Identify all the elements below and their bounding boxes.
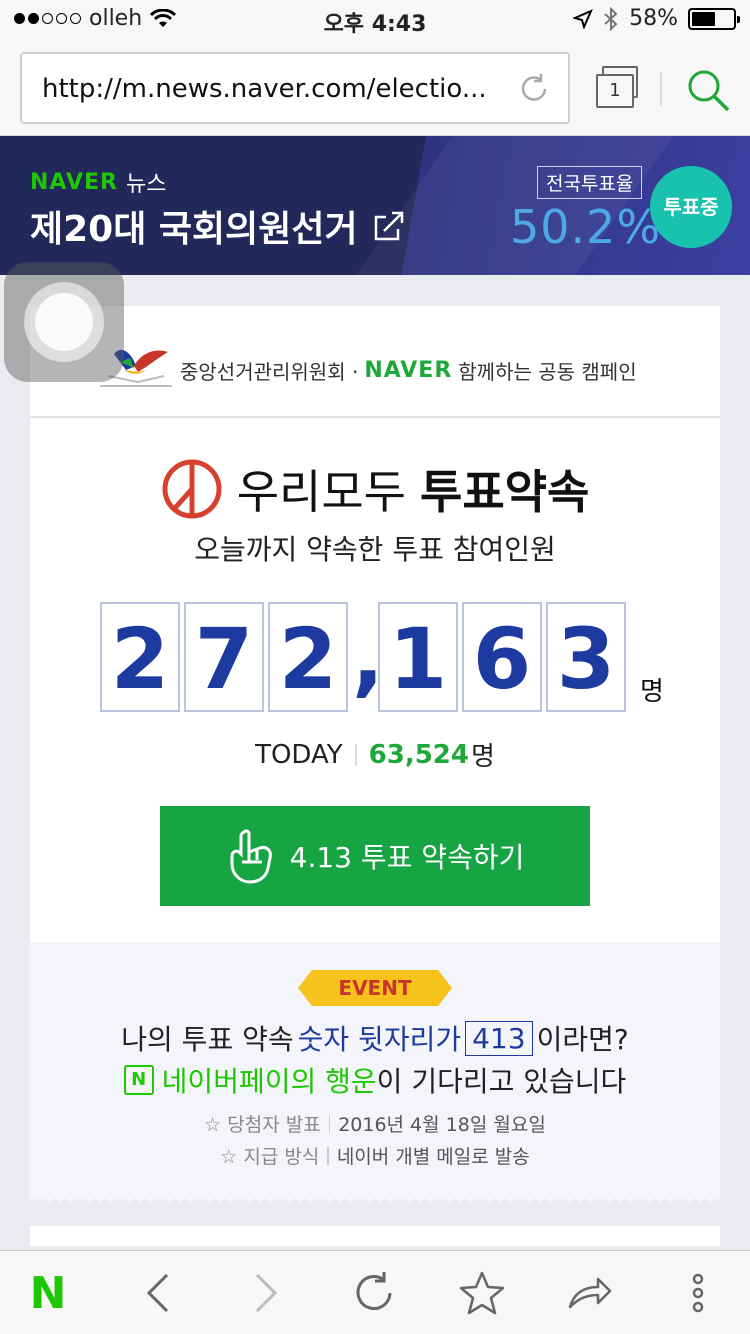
more-vertical-icon: [692, 1273, 704, 1313]
battery-icon: [688, 7, 740, 30]
share-button[interactable]: [564, 1269, 616, 1317]
refresh-icon: [356, 1272, 392, 1310]
today-count: TODAY 63,524 명: [255, 739, 495, 773]
browser-url-bar: http://m.news.naver.com/electio... 1: [0, 40, 750, 136]
counter-comma: ,: [352, 608, 384, 706]
more-menu-button[interactable]: [672, 1269, 724, 1317]
counter-digit: 2: [100, 602, 180, 712]
location-arrow-icon: [573, 8, 594, 29]
campaign-partner-text: 중앙선거관리위원회 · NAVER 함께하는 공동 캠페인: [180, 358, 637, 384]
toolbar-divider: [660, 72, 662, 106]
search-icon[interactable]: [684, 66, 732, 114]
url-text[interactable]: http://m.news.naver.com/electio...: [42, 74, 512, 104]
chevron-right-icon: [255, 1273, 278, 1313]
promise-hand-icon: [230, 829, 272, 884]
counter-digit: 1: [378, 602, 458, 712]
address-field[interactable]: http://m.news.naver.com/electio...: [20, 52, 570, 124]
winner-announcement-info: ☆ 당첨자 발표 2016년 4월 18일 월요일: [204, 1114, 546, 1136]
counter-digit: 6: [462, 602, 542, 712]
assistive-touch-button[interactable]: [4, 262, 124, 382]
counter-digit: 7: [184, 602, 264, 712]
battery-percent: 58%: [629, 6, 678, 31]
participant-counter: 272,163명: [100, 602, 664, 712]
back-button[interactable]: [132, 1269, 184, 1317]
bluetooth-icon: [604, 6, 618, 31]
card-zigzag-edge: [30, 1196, 720, 1204]
naver-home-button[interactable]: N: [22, 1268, 74, 1319]
tab-count: 1: [596, 74, 634, 108]
bookmark-button[interactable]: [456, 1269, 508, 1317]
event-line-1: 나의 투표 약속 숫자 뒷자리가 413 이라면?: [121, 1020, 629, 1056]
vote-promise-card: 중앙선거관리위원회 · NAVER 함께하는 공동 캠페인 우리모두 투표약속 …: [30, 306, 720, 1196]
status-bar: olleh 오후 4:43 58%: [0, 0, 750, 40]
turnout-value: 50.2%: [510, 200, 662, 254]
payment-method-info: ☆ 지급 방식 네이버 개별 메일로 발송: [220, 1146, 530, 1168]
refresh-button[interactable]: [348, 1269, 400, 1317]
vote-promise-button-label[interactable]: 4.13 투표 약속하기: [290, 836, 525, 876]
event-section: EVENT 나의 투표 약속 숫자 뒷자리가 413 이라면? N 네이버페이의…: [30, 942, 720, 1196]
promise-subtitle: 오늘까지 약속한 투표 참여인원: [194, 533, 556, 566]
counter-digit: 3: [546, 602, 626, 712]
chevron-left-icon: [146, 1273, 169, 1313]
promise-title: 우리모두 투표약속: [30, 456, 720, 522]
counter-unit: 명: [640, 677, 664, 707]
counter-digit: 2: [268, 602, 348, 712]
naver-logo: NAVER: [30, 169, 118, 195]
share-arrow-icon: [568, 1277, 612, 1309]
vote-promise-button[interactable]: 4.13 투표 약속하기: [160, 806, 590, 906]
today-value: 63,524: [368, 739, 469, 770]
vote-stamp-icon: [162, 459, 222, 519]
voting-status-badge: 투표중: [650, 166, 732, 248]
lucky-number: 413: [465, 1020, 533, 1056]
share-icon[interactable]: [372, 209, 406, 243]
naver-pay-icon: N: [123, 1065, 154, 1095]
reload-icon[interactable]: [516, 71, 552, 107]
next-card: [30, 1226, 720, 1246]
star-icon: [459, 1271, 505, 1315]
event-line-2: N 네이버페이의 행운이 기다리고 있습니다: [30, 1060, 720, 1100]
naver-logo: NAVER: [364, 358, 453, 383]
tabs-button[interactable]: 1: [596, 66, 640, 110]
news-label: 뉴스: [125, 172, 167, 197]
campaign-header: 중앙선거관리위원회 · NAVER 함께하는 공동 캠페인: [30, 306, 720, 418]
turnout-label: 전국투표율: [537, 166, 643, 199]
event-ribbon: EVENT: [298, 970, 452, 1006]
forward-button[interactable]: [240, 1269, 292, 1317]
browser-toolbar: N: [0, 1250, 750, 1334]
banner-brand: NAVER 뉴스: [30, 166, 166, 198]
banner-title: 제20대 국회의원선거: [30, 200, 406, 252]
status-right: 58%: [573, 6, 740, 31]
